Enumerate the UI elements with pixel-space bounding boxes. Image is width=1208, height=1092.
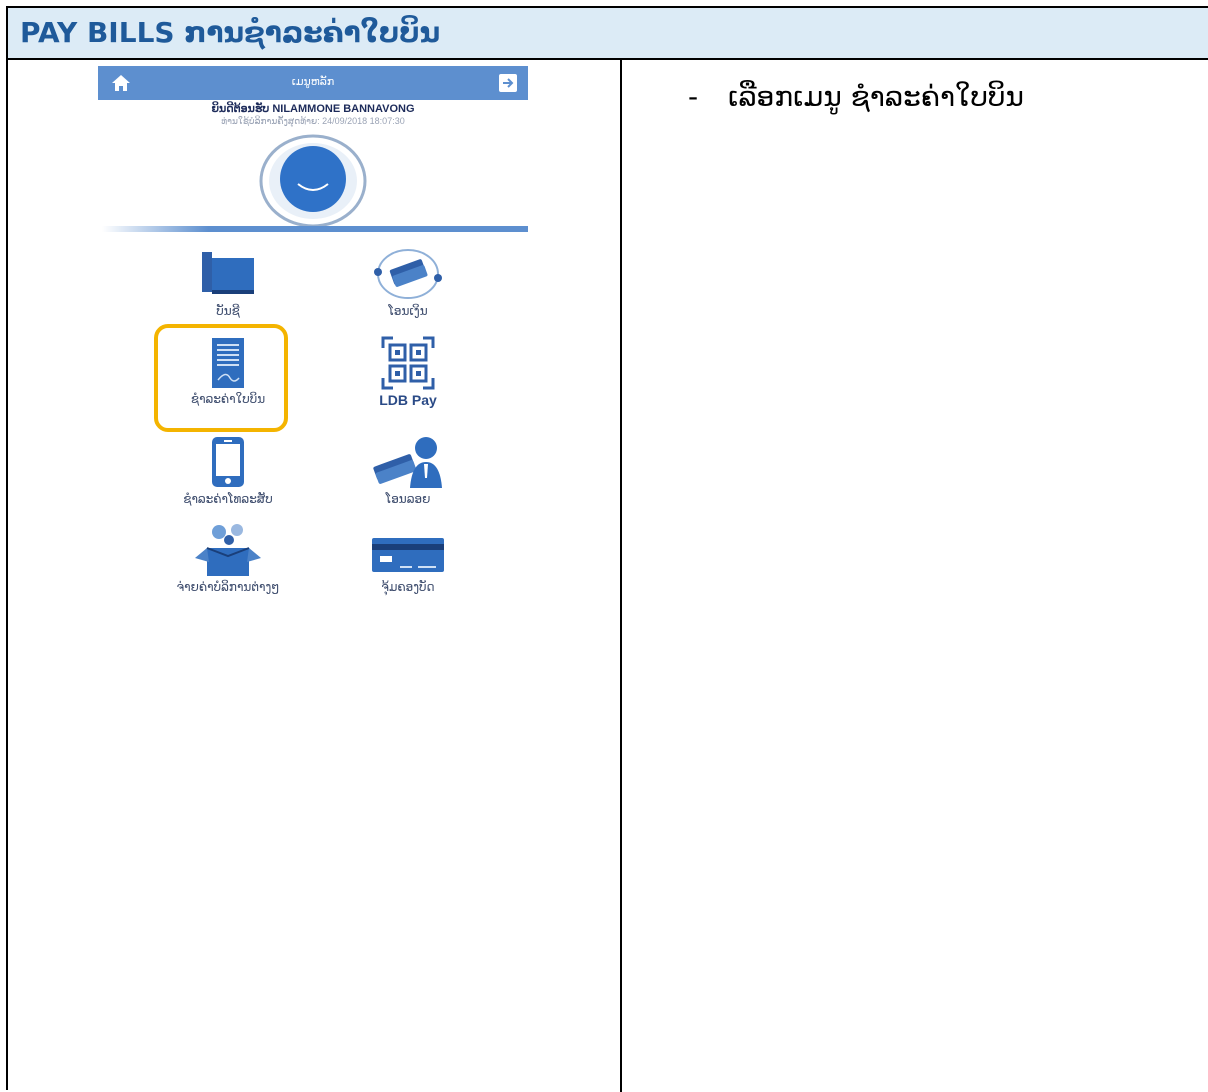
menu-tile-remittance[interactable]: ໂອນລອຍ — [333, 436, 483, 516]
last-login-text: ທ່ານໃຊ້ບໍລິການຄັ້ງສຸດທ້າຍ: 24/09/2018 18… — [221, 116, 405, 126]
header-separator — [102, 226, 528, 232]
mobile-phone-icon — [212, 437, 244, 487]
menu-label-transfer: ໂອນເງິນ — [388, 304, 428, 318]
menu-tile-account[interactable]: ບັນຊີ — [153, 248, 303, 328]
document-table: PAY BILLS ການຊຳລະຄ່າໃບບິນ ເມນູຫລັກ ຍິນດີ… — [6, 6, 1208, 1092]
page-title: PAY BILLS ການຊຳລະຄ່າໃບບິນ — [20, 16, 441, 49]
menu-tile-transfer[interactable]: ໂອນເງິນ — [333, 248, 483, 328]
app-header-bar: ເມນູຫລັກ — [98, 66, 528, 100]
highlight-frame — [154, 324, 288, 432]
menu-label-account: ບັນຊີ — [216, 304, 240, 318]
menu-label-services: ຈ່າຍຄ່າບໍລິການຕ່າງໆ — [176, 580, 280, 594]
menu-label-card-manage: ຈຸ້ມຄອງບັດ — [381, 580, 435, 594]
menu-label-phone-payment: ຊຳລະຄ່າໂທລະສັບ — [183, 492, 273, 506]
app-header-title: ເມນູຫລັກ — [291, 75, 335, 88]
menu-tile-card-manage[interactable]: ຈຸ້ມຄອງບັດ — [333, 524, 483, 604]
title-row: PAY BILLS ການຊຳລະຄ່າໃບບິນ — [8, 8, 1208, 60]
menu-tile-phone-payment[interactable]: ຊຳລະຄ່າໂທລະສັບ — [153, 436, 303, 516]
account-book-icon — [202, 252, 254, 294]
transfer-money-icon — [374, 249, 442, 299]
menu-tile-services[interactable]: ຈ່າຍຄ່າບໍລິການຕ່າງໆ — [153, 524, 303, 604]
card-manage-icon — [372, 538, 444, 572]
instruction-text: - ເລືອກເມນູ ຊຳລະຄ່າໃບບິນ — [688, 80, 1024, 113]
instruction-body: ເລືອກເມນູ ຊຳລະຄ່າໃບບິນ — [728, 80, 1024, 113]
instruction-bullet: - — [688, 80, 699, 113]
services-box-icon — [195, 524, 261, 576]
welcome-text: ຍິນດີຕ້ອນຮັບ NILAMMONE BANNAVONG — [211, 103, 415, 115]
column-divider — [620, 60, 622, 1092]
menu-label-remittance: ໂອນລອຍ — [385, 492, 431, 506]
remittance-person-icon — [373, 437, 442, 488]
exit-icon[interactable] — [498, 73, 518, 93]
menu-label-ldb-pay: LDB Pay — [379, 392, 437, 408]
menu-tile-ldb-pay[interactable]: LDB Pay — [333, 336, 483, 416]
smile-avatar-icon — [259, 134, 367, 228]
qr-code-icon — [381, 336, 435, 390]
